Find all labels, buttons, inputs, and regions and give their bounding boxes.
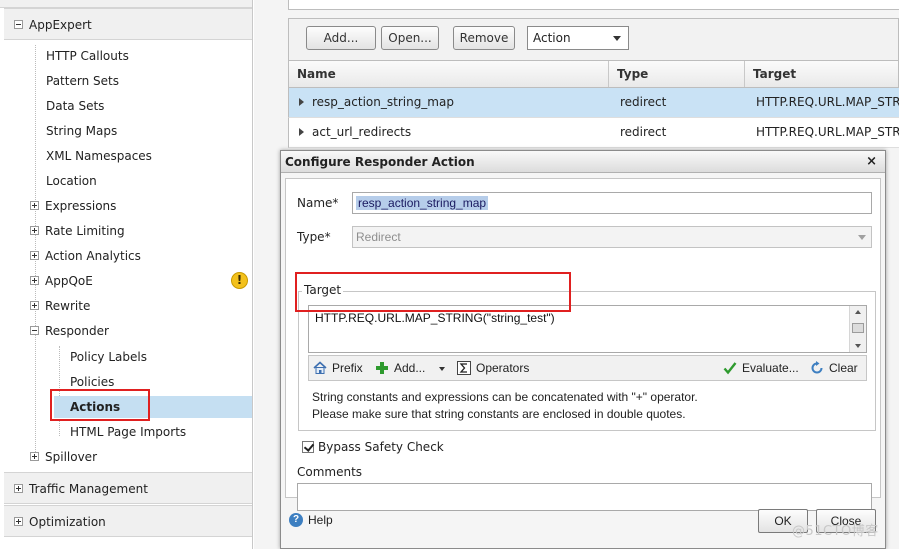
quotes-hint: Please make sure that string constants a… (312, 407, 686, 421)
nav-item-xml-namespaces[interactable]: XML Namespaces (46, 144, 152, 169)
type-label: Type* (297, 230, 331, 244)
refresh-icon (811, 360, 823, 374)
chevron-down-icon (613, 36, 621, 41)
scroll-thumb[interactable] (852, 323, 864, 333)
sigma-icon (457, 360, 471, 375)
nav-item-responder[interactable]: Responder (30, 319, 109, 344)
nav-section-traffic-management[interactable]: Traffic Management (4, 472, 252, 504)
row-name-cell: act_url_redirects (299, 118, 609, 147)
concat-hint: String constants and expressions can be … (312, 390, 698, 404)
nav-item-appqoe[interactable]: AppQoE (30, 269, 93, 294)
watermark: @51CTO博客 (792, 524, 879, 539)
nav-item-pattern-sets[interactable]: Pattern Sets (46, 69, 119, 94)
annotation-highlight-box (50, 389, 150, 421)
expand-icon[interactable] (30, 201, 39, 210)
column-header-target[interactable]: Target (745, 61, 899, 87)
expand-icon[interactable] (30, 251, 39, 260)
plus-icon (376, 361, 388, 374)
expression-toolbar: Prefix Add... Operators Evaluate... Clea… (308, 355, 867, 381)
table-row[interactable]: act_url_redirects redirect HTTP.REQ.URL.… (288, 118, 899, 148)
chevron-down-icon[interactable] (438, 366, 445, 371)
annotation-highlight-box (295, 272, 571, 312)
name-label: Name* (297, 196, 339, 210)
checkmark-icon (723, 362, 737, 375)
evaluate-button[interactable]: Evaluate... (723, 356, 799, 380)
expression-scrollbar[interactable] (849, 306, 866, 352)
comments-field[interactable] (297, 483, 872, 511)
nav-section-appexpert[interactable]: AppExpert (4, 8, 252, 40)
expand-icon[interactable] (30, 452, 39, 461)
configure-responder-action-dialog: Configure Responder Action × Name* resp_… (280, 150, 886, 549)
clear-button[interactable]: Clear (810, 356, 858, 380)
row-type-cell: redirect (620, 125, 667, 139)
add-button[interactable]: Add... (306, 26, 376, 50)
scroll-down-icon[interactable] (855, 344, 861, 348)
dialog-title-bar[interactable]: Configure Responder Action (281, 151, 885, 173)
nav-top-strip (0, 0, 252, 8)
type-select-value: Redirect (356, 230, 401, 244)
nav-item-expressions[interactable]: Expressions (30, 194, 116, 219)
warning-icon: ! (231, 272, 248, 289)
bypass-safety-checkbox[interactable] (302, 441, 314, 453)
nav-item-policy-labels[interactable]: Policy Labels (70, 345, 147, 370)
nav-section-label: AppExpert (29, 18, 92, 32)
action-menu-label: Action (533, 31, 571, 45)
scroll-up-icon[interactable] (855, 310, 861, 314)
open-button[interactable]: Open... (381, 26, 439, 50)
nav-section-label: Optimization (29, 515, 106, 529)
target-expression-editor[interactable]: HTTP.REQ.URL.MAP_STRING("string_test") (308, 305, 867, 353)
expand-icon[interactable] (30, 226, 39, 235)
expand-row-icon[interactable] (299, 97, 304, 106)
actions-toolbar: Add... Open... Remove Action (288, 18, 899, 60)
nav-item-string-maps[interactable]: String Maps (46, 119, 117, 144)
target-expression-text: HTTP.REQ.URL.MAP_STRING("string_test") (315, 311, 555, 325)
type-select[interactable]: Redirect (352, 226, 872, 248)
nav-section-label: Traffic Management (29, 482, 148, 496)
row-target-cell: HTTP.REQ.URL.MAP_STRING (756, 95, 899, 109)
collapse-icon[interactable] (30, 326, 39, 335)
expand-icon[interactable] (30, 276, 39, 285)
expand-icon[interactable] (14, 517, 23, 526)
chevron-down-icon (858, 235, 866, 240)
upper-panel-edge (288, 0, 899, 10)
collapse-icon[interactable] (14, 20, 23, 29)
close-icon[interactable]: × (866, 151, 877, 173)
nav-item-rate-limiting[interactable]: Rate Limiting (30, 219, 125, 244)
row-name-cell: resp_action_string_map (299, 88, 609, 117)
remove-button[interactable]: Remove (453, 26, 515, 50)
expand-icon[interactable] (14, 484, 23, 493)
action-menu-select[interactable]: Action (527, 26, 629, 50)
column-header-name[interactable]: Name (289, 61, 609, 87)
column-header-type[interactable]: Type (609, 61, 745, 87)
help-link[interactable]: ? Help (289, 512, 333, 528)
row-target-cell: HTTP.REQ.URL.MAP_STRING (756, 125, 899, 139)
dialog-body: Name* resp_action_string_map Type* Redir… (285, 178, 881, 511)
nav-item-html-page-imports[interactable]: HTML Page Imports (70, 420, 186, 445)
nav-item-http-callouts[interactable]: HTTP Callouts (46, 44, 129, 69)
name-field[interactable]: resp_action_string_map (352, 192, 872, 214)
name-field-value: resp_action_string_map (356, 196, 489, 210)
nav-item-data-sets[interactable]: Data Sets (46, 94, 104, 119)
row-type-cell: redirect (620, 95, 667, 109)
table-row[interactable]: resp_action_string_map redirect HTTP.REQ… (288, 88, 899, 118)
nav-section-optimization[interactable]: Optimization (4, 505, 252, 537)
nav-item-location[interactable]: Location (46, 169, 97, 194)
home-icon (313, 361, 327, 374)
help-icon: ? (289, 512, 303, 527)
nav-item-spillover[interactable]: Spillover (30, 445, 97, 470)
nav-item-action-analytics[interactable]: Action Analytics (30, 244, 141, 269)
operators-button[interactable]: Operators (457, 356, 529, 380)
nav-item-rewrite[interactable]: Rewrite (30, 294, 90, 319)
prefix-button[interactable]: Prefix (313, 356, 363, 380)
grid-header: Name Type Target (288, 60, 899, 88)
expand-icon[interactable] (30, 301, 39, 310)
add-expression-button[interactable]: Add... (375, 356, 445, 380)
bypass-safety-label[interactable]: Bypass Safety Check (318, 440, 444, 454)
navigation-tree: AppExpert HTTP Callouts Pattern Sets Dat… (0, 0, 253, 549)
expand-row-icon[interactable] (299, 127, 304, 136)
dialog-title: Configure Responder Action (285, 155, 475, 169)
comments-label: Comments (297, 465, 363, 479)
